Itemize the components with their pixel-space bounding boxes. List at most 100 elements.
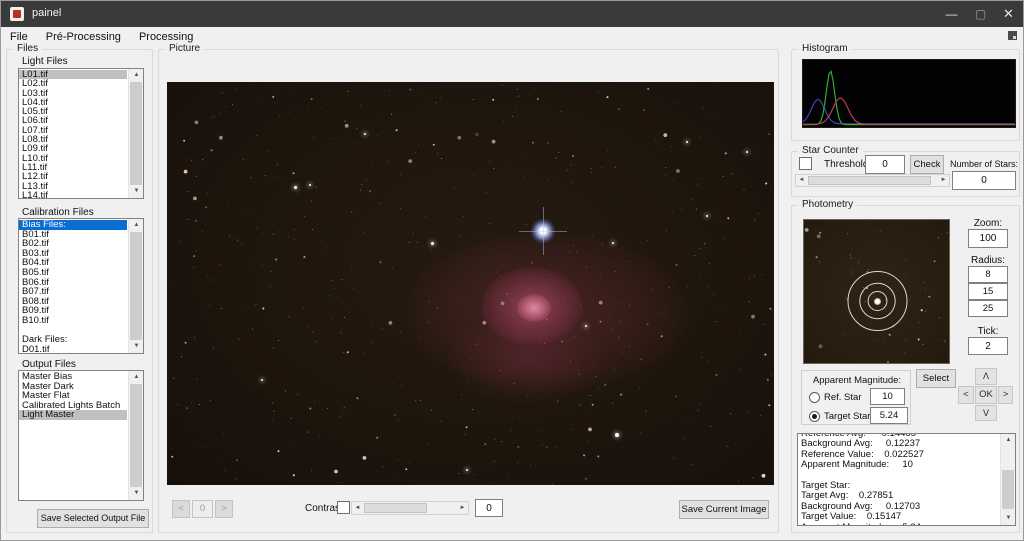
list-item[interactable]: L03.tif <box>19 89 127 98</box>
list-item[interactable]: L13.tif <box>19 182 127 191</box>
menu-overflow-icon[interactable] <box>1008 31 1017 40</box>
scroll-right-icon[interactable]: ► <box>457 502 468 514</box>
list-item[interactable]: Dark Files: <box>19 335 127 345</box>
list-item[interactable] <box>19 326 127 336</box>
list-item[interactable]: L11.tif <box>19 163 127 172</box>
list-item[interactable]: B04.tif <box>19 258 127 268</box>
threshold-checkbox[interactable] <box>799 157 812 170</box>
scroll-right-icon[interactable]: ► <box>938 175 949 186</box>
light-files-scrollbar[interactable]: ▲ ▼ <box>128 69 143 198</box>
list-item[interactable]: D01.tif <box>19 345 127 354</box>
list-item[interactable]: B09.tif <box>19 306 127 316</box>
scroll-up-icon[interactable]: ▲ <box>129 371 144 384</box>
threshold-scrollbar[interactable]: ◄ ► <box>795 174 950 187</box>
pad-right-button[interactable]: > <box>998 386 1013 404</box>
save-current-image-button[interactable]: Save Current Image <box>679 500 769 519</box>
scroll-down-icon[interactable]: ▼ <box>129 185 144 198</box>
close-button[interactable]: ✕ <box>994 1 1023 27</box>
list-item[interactable]: L06.tif <box>19 116 127 125</box>
list-item[interactable]: Master Flat <box>19 391 127 401</box>
list-item[interactable]: B10.tif <box>19 316 127 326</box>
pad-ok-button[interactable]: OK <box>975 386 997 404</box>
save-selected-output-file-button[interactable]: Save Selected Output File <box>37 509 149 528</box>
light-files-list[interactable]: L01.tifL02.tifL03.tifL04.tifL05.tifL06.t… <box>18 68 144 199</box>
scroll-up-icon[interactable]: ▲ <box>129 69 144 82</box>
scroll-down-icon[interactable]: ▼ <box>129 340 144 353</box>
list-item[interactable]: L14.tif <box>19 191 127 199</box>
results-scrollbar[interactable]: ▲ ▼ <box>1000 434 1015 525</box>
check-button[interactable]: Check <box>910 155 944 174</box>
photometry-results-box[interactable]: Reference Avg: 0.14465 Background Avg: 0… <box>797 433 1016 526</box>
calibration-files-label: Calibration Files <box>22 207 94 218</box>
list-item[interactable]: B06.tif <box>19 278 127 288</box>
list-item[interactable]: Light Master <box>19 410 127 420</box>
list-item[interactable]: Calibrated Lights Batch <box>19 401 127 411</box>
contrast-checkbox[interactable] <box>337 501 350 514</box>
output-files-scrollbar[interactable]: ▲ ▼ <box>128 371 143 500</box>
scroll-thumb[interactable] <box>130 82 142 185</box>
list-item[interactable]: Bias Files: <box>19 220 127 230</box>
list-item[interactable]: L02.tif <box>19 79 127 88</box>
sky-image[interactable] <box>167 82 774 485</box>
photometry-zoom-image[interactable] <box>803 219 950 364</box>
app-icon <box>10 7 24 21</box>
tick-input[interactable] <box>968 337 1008 355</box>
radius-input-3[interactable] <box>968 300 1008 317</box>
number-of-stars-input[interactable] <box>952 171 1016 190</box>
menu-item-pr-processing[interactable]: Pré-Processing <box>37 29 130 47</box>
list-item[interactable]: B01.tif <box>19 230 127 240</box>
radius-input-2[interactable] <box>968 283 1008 300</box>
scroll-thumb[interactable] <box>808 176 931 185</box>
zoom-input[interactable] <box>968 229 1008 248</box>
radius-input-1[interactable] <box>968 266 1008 283</box>
list-item[interactable]: B02.tif <box>19 239 127 249</box>
ref-star-radio[interactable] <box>809 392 820 403</box>
pad-left-button[interactable]: < <box>958 386 974 404</box>
list-item[interactable]: L08.tif <box>19 135 127 144</box>
list-item[interactable]: L04.tif <box>19 98 127 107</box>
list-item[interactable]: Master Bias <box>19 372 127 382</box>
green-channel-curve <box>803 71 1015 124</box>
list-item[interactable]: L10.tif <box>19 154 127 163</box>
scroll-thumb[interactable] <box>130 384 142 487</box>
calibration-files-list[interactable]: Bias Files:B01.tifB02.tifB03.tifB04.tifB… <box>18 218 144 354</box>
maximize-button[interactable]: ▢ <box>966 1 995 27</box>
scroll-thumb[interactable] <box>364 503 427 513</box>
scroll-thumb[interactable] <box>1002 470 1014 508</box>
scroll-left-icon[interactable]: ◄ <box>796 175 807 186</box>
list-item[interactable]: B07.tif <box>19 287 127 297</box>
contrast-value-input[interactable] <box>475 499 503 517</box>
list-item[interactable]: B05.tif <box>19 268 127 278</box>
pad-down-button[interactable]: V <box>975 405 997 421</box>
apparent-magnitude-box: Apparent Magnitude: Ref. Star Target Sta… <box>801 370 911 425</box>
list-item[interactable]: B03.tif <box>19 249 127 259</box>
list-item[interactable]: L07.tif <box>19 126 127 135</box>
list-item[interactable]: Master Dark <box>19 382 127 392</box>
next-image-button[interactable]: > <box>215 500 233 518</box>
output-files-list[interactable]: Master BiasMaster DarkMaster FlatCalibra… <box>18 370 144 501</box>
calibration-files-scrollbar[interactable]: ▲ ▼ <box>128 219 143 353</box>
contrast-scrollbar[interactable]: ◄ ► <box>351 501 469 515</box>
scroll-down-icon[interactable]: ▼ <box>129 487 144 500</box>
select-button[interactable]: Select <box>916 369 956 388</box>
prev-image-button[interactable]: < <box>172 500 190 518</box>
scroll-thumb[interactable] <box>130 232 142 340</box>
scroll-down-icon[interactable]: ▼ <box>1001 512 1016 525</box>
ref-star-input[interactable] <box>870 388 905 405</box>
target-star-radio[interactable] <box>809 411 820 422</box>
list-item[interactable]: L01.tif <box>19 70 127 79</box>
scroll-up-icon[interactable]: ▲ <box>1001 434 1016 447</box>
pad-up-button[interactable]: Λ <box>975 368 997 385</box>
list-item[interactable]: L09.tif <box>19 144 127 153</box>
target-star-input[interactable] <box>870 407 908 424</box>
aperture-circles <box>804 220 950 364</box>
list-item[interactable]: L12.tif <box>19 172 127 181</box>
threshold-input[interactable] <box>865 155 905 174</box>
scroll-left-icon[interactable]: ◄ <box>352 502 363 514</box>
list-item[interactable]: B08.tif <box>19 297 127 307</box>
scroll-up-icon[interactable]: ▲ <box>129 219 144 232</box>
minimize-button[interactable]: — <box>937 1 966 27</box>
list-item[interactable]: L05.tif <box>19 107 127 116</box>
window-title: painel <box>32 7 61 19</box>
picture-group-label: Picture <box>165 43 204 54</box>
